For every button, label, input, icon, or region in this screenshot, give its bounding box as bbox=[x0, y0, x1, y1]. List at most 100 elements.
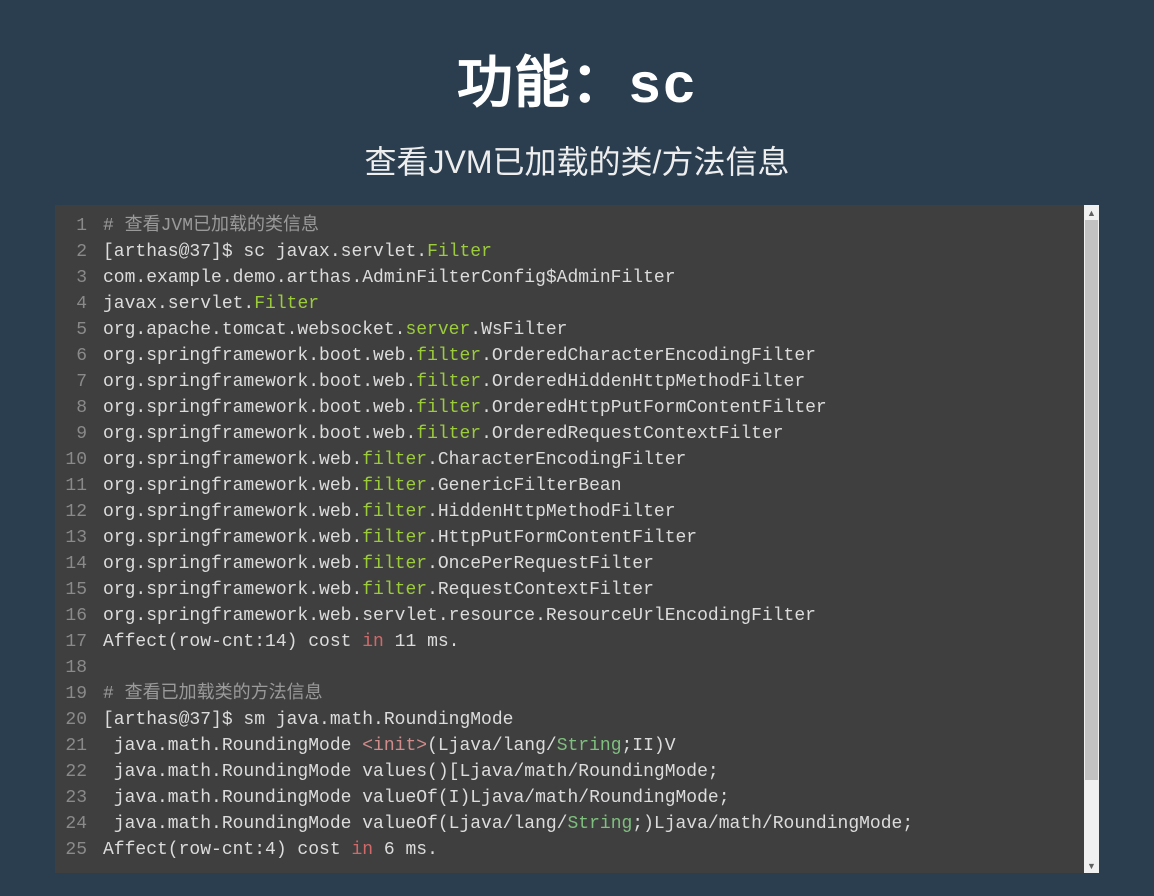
code-line: # 查看已加载类的方法信息 bbox=[103, 681, 1084, 707]
scroll-down-button[interactable]: ▼ bbox=[1084, 858, 1099, 873]
slide-subtitle: 查看JVM已加载的类/方法信息 bbox=[365, 137, 790, 183]
code-line: org.springframework.web.filter.Character… bbox=[103, 447, 1084, 473]
line-number: 25 bbox=[55, 837, 93, 863]
code-token: filter bbox=[362, 528, 427, 548]
code-line: Affect(row-cnt:14) cost in 11 ms. bbox=[103, 629, 1084, 655]
code-token: filter bbox=[416, 424, 481, 444]
code-token: Affect(row-cnt:14) cost bbox=[103, 632, 362, 652]
code-token: .OrderedCharacterEncodingFilter bbox=[481, 346, 816, 366]
code-token: org.apache.tomcat.websocket. bbox=[103, 320, 405, 340]
code-line bbox=[103, 655, 1084, 681]
code-token: filter bbox=[362, 450, 427, 470]
code-line: org.apache.tomcat.websocket.server.WsFil… bbox=[103, 317, 1084, 343]
code-token: org.springframework.web.servlet.resource… bbox=[103, 606, 816, 626]
code-token: [arthas@37]$ sc javax.servlet. bbox=[103, 242, 427, 262]
line-number: 22 bbox=[55, 759, 93, 785]
code-line: org.springframework.web.filter.OncePerRe… bbox=[103, 551, 1084, 577]
line-number: 20 bbox=[55, 707, 93, 733]
code-token: <init> bbox=[362, 736, 427, 756]
code-token: 11 ms. bbox=[384, 632, 460, 652]
line-number: 12 bbox=[55, 499, 93, 525]
line-number: 17 bbox=[55, 629, 93, 655]
code-token: .HttpPutFormContentFilter bbox=[427, 528, 697, 548]
code-token: filter bbox=[416, 372, 481, 392]
vertical-scrollbar[interactable]: ▲ ▼ bbox=[1084, 205, 1099, 873]
code-token: [arthas@37]$ sm java.math.RoundingMode bbox=[103, 710, 513, 730]
code-token: javax.servlet. bbox=[103, 294, 254, 314]
line-number: 10 bbox=[55, 447, 93, 473]
code-line: org.springframework.boot.web.filter.Orde… bbox=[103, 395, 1084, 421]
code-line: javax.servlet.Filter bbox=[103, 291, 1084, 317]
code-line: Affect(row-cnt:4) cost in 6 ms. bbox=[103, 837, 1084, 863]
line-number: 5 bbox=[55, 317, 93, 343]
code-line: org.springframework.boot.web.filter.Orde… bbox=[103, 369, 1084, 395]
scroll-up-button[interactable]: ▲ bbox=[1084, 205, 1099, 220]
code-token: (Ljava/lang/ bbox=[427, 736, 557, 756]
code-token: .OncePerRequestFilter bbox=[427, 554, 654, 574]
code-token: filter bbox=[362, 580, 427, 600]
code-token: # 查看JVM已加载的类信息 bbox=[103, 216, 319, 236]
code-token bbox=[103, 658, 114, 678]
code-token: .OrderedHiddenHttpMethodFilter bbox=[481, 372, 805, 392]
line-number: 18 bbox=[55, 655, 93, 681]
code-scroll-area: 1234567891011121314151617181920212223242… bbox=[55, 205, 1084, 873]
code-token: java.math.RoundingMode bbox=[103, 736, 362, 756]
code-token: .GenericFilterBean bbox=[427, 476, 621, 496]
code-token: .RequestContextFilter bbox=[427, 580, 654, 600]
code-token: .HiddenHttpMethodFilter bbox=[427, 502, 675, 522]
code-line: [arthas@37]$ sc javax.servlet.Filter bbox=[103, 239, 1084, 265]
code-line: org.springframework.web.filter.HiddenHtt… bbox=[103, 499, 1084, 525]
code-line: java.math.RoundingMode <init>(Ljava/lang… bbox=[103, 733, 1084, 759]
line-number: 21 bbox=[55, 733, 93, 759]
code-token: org.springframework.web. bbox=[103, 450, 362, 470]
code-line: java.math.RoundingMode valueOf(Ljava/lan… bbox=[103, 811, 1084, 837]
code-token: .WsFilter bbox=[470, 320, 567, 340]
line-number: 9 bbox=[55, 421, 93, 447]
code-token: Affect(row-cnt:4) cost bbox=[103, 840, 351, 860]
code-token: org.springframework.web. bbox=[103, 554, 362, 574]
code-token: ;)Ljava/math/RoundingMode; bbox=[632, 814, 913, 834]
code-token: .OrderedRequestContextFilter bbox=[481, 424, 783, 444]
code-token: org.springframework.boot.web. bbox=[103, 424, 416, 444]
title-prefix: 功能： bbox=[457, 51, 628, 114]
line-number: 24 bbox=[55, 811, 93, 837]
code-token: filter bbox=[416, 398, 481, 418]
slide: 功能：sc 查看JVM已加载的类/方法信息 123456789101112131… bbox=[0, 0, 1154, 896]
code-line: java.math.RoundingMode values()[Ljava/ma… bbox=[103, 759, 1084, 785]
scroll-thumb[interactable] bbox=[1085, 220, 1098, 780]
code-token: in bbox=[362, 632, 384, 652]
code-token: filter bbox=[416, 346, 481, 366]
code-token: in bbox=[351, 840, 373, 860]
code-line: org.springframework.web.servlet.resource… bbox=[103, 603, 1084, 629]
code-token: # 查看已加载类的方法信息 bbox=[103, 684, 323, 704]
code-line: java.math.RoundingMode valueOf(I)Ljava/m… bbox=[103, 785, 1084, 811]
line-number: 8 bbox=[55, 395, 93, 421]
code-token: org.springframework.boot.web. bbox=[103, 372, 416, 392]
code-token: ;II)V bbox=[622, 736, 676, 756]
code-token: org.springframework.web. bbox=[103, 580, 362, 600]
code-token: org.springframework.web. bbox=[103, 502, 362, 522]
code-token: 6 ms. bbox=[373, 840, 438, 860]
line-number: 15 bbox=[55, 577, 93, 603]
code-line: com.example.demo.arthas.AdminFilterConfi… bbox=[103, 265, 1084, 291]
code-token: filter bbox=[362, 502, 427, 522]
line-number: 1 bbox=[55, 213, 93, 239]
line-number: 3 bbox=[55, 265, 93, 291]
line-number: 23 bbox=[55, 785, 93, 811]
code-content: # 查看JVM已加载的类信息 [arthas@37]$ sc javax.serv… bbox=[93, 205, 1084, 873]
code-token: java.math.RoundingMode values()[Ljava/ma… bbox=[103, 762, 719, 782]
code-line: org.springframework.web.filter.HttpPutFo… bbox=[103, 525, 1084, 551]
line-number: 11 bbox=[55, 473, 93, 499]
code-line: org.springframework.boot.web.filter.Orde… bbox=[103, 343, 1084, 369]
line-number: 16 bbox=[55, 603, 93, 629]
line-number: 13 bbox=[55, 525, 93, 551]
code-token: server bbox=[405, 320, 470, 340]
code-token: Filter bbox=[427, 242, 492, 262]
line-number: 19 bbox=[55, 681, 93, 707]
code-line: org.springframework.web.filter.RequestCo… bbox=[103, 577, 1084, 603]
code-token: String bbox=[557, 736, 622, 756]
line-number: 14 bbox=[55, 551, 93, 577]
code-token: org.springframework.web. bbox=[103, 476, 362, 496]
code-line: org.springframework.boot.web.filter.Orde… bbox=[103, 421, 1084, 447]
line-number: 6 bbox=[55, 343, 93, 369]
